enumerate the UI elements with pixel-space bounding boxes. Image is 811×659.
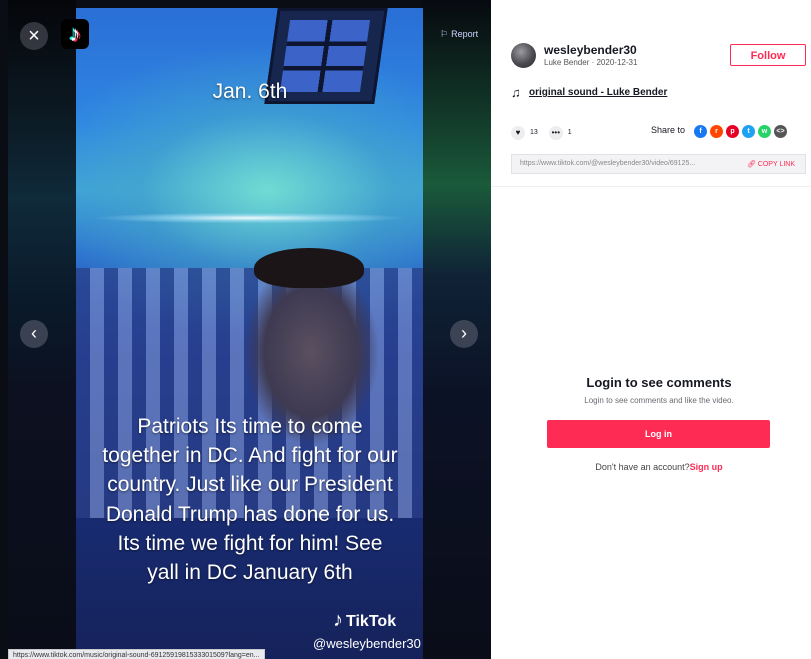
divider (491, 186, 811, 187)
reddit-icon[interactable]: r (710, 125, 723, 139)
video-link-box[interactable]: https://www.tiktok.com/@wesleybender30/v… (511, 154, 806, 174)
engagement-stats: ♥ 13 ••• 1 (511, 124, 583, 140)
tiktok-watermark: ♪ TikTok (333, 609, 396, 632)
video-caption: Patriots Its time to come together in DC… (102, 415, 398, 585)
tiktok-note-icon: ♪ (333, 609, 343, 631)
watermark-brand: TikTok (346, 613, 397, 630)
heart-icon[interactable]: ♥ (511, 125, 525, 140)
post-info-panel: wesleybender30 Luke Bender · 2020-12-31 … (491, 0, 811, 659)
no-account-text: Don't have an account? (595, 462, 690, 472)
close-button[interactable]: × (20, 22, 48, 50)
link-icon: 🔗︎ (746, 161, 758, 168)
previous-video-button[interactable]: ‹ (20, 320, 48, 348)
music-note-icon: ♫ (511, 85, 521, 100)
flag-icon: ⚐ (440, 29, 449, 39)
chevron-right-icon: › (461, 323, 467, 343)
tiktok-logo[interactable]: ♪ (61, 19, 89, 49)
pinterest-icon[interactable]: p (726, 125, 739, 139)
share-label: Share to (651, 125, 686, 135)
login-prompt-subtitle: Login to see comments and like the video… (584, 396, 734, 405)
report-label: Report (451, 29, 479, 39)
author-username[interactable]: wesleybender30 (544, 43, 637, 57)
comment-icon[interactable]: ••• (548, 125, 563, 140)
twitter-icon[interactable]: t (742, 125, 755, 139)
video-player[interactable]: Jan. 6th Patriots Its time to come toget… (0, 0, 491, 659)
light-strip (76, 198, 423, 238)
login-button[interactable]: Log in (547, 420, 770, 448)
watermark-handle: @wesleybender30 (313, 636, 421, 651)
cowboy-hat (254, 248, 364, 288)
avatar[interactable] (511, 43, 536, 68)
follow-button[interactable]: Follow (730, 44, 806, 66)
embed-icon[interactable]: <> (774, 125, 787, 139)
chevron-left-icon: ‹ (31, 323, 37, 343)
login-prompt-title: Login to see comments (586, 375, 732, 390)
video-link-url: https://www.tiktok.com/@wesleybender30/v… (520, 160, 696, 167)
report-button[interactable]: ⚐ Report (440, 29, 478, 40)
share-icons: f r p t w <> (694, 123, 790, 141)
author-subline: Luke Bender · 2020-12-31 (544, 58, 638, 67)
tiktok-logo-icon: ♪ (69, 21, 81, 46)
next-video-button[interactable]: › (450, 320, 478, 348)
close-icon: × (28, 25, 40, 47)
whatsapp-icon[interactable]: w (758, 125, 771, 139)
video-date-text: Jan. 6th (212, 80, 288, 103)
sound-link[interactable]: original sound - Luke Bender (529, 87, 667, 98)
browser-status-url: https://www.tiktok.com/music/original-so… (8, 649, 265, 659)
comment-count: 1 (567, 129, 572, 137)
copy-link-button[interactable]: 🔗︎ COPY LINK (747, 160, 795, 168)
facebook-icon[interactable]: f (694, 125, 707, 139)
like-count: 13 (530, 129, 538, 137)
copy-link-label: COPY LINK (757, 161, 795, 168)
sign-up-link[interactable]: Sign up (690, 462, 723, 472)
signup-prompt: Don't have an account?Sign up (491, 462, 811, 472)
